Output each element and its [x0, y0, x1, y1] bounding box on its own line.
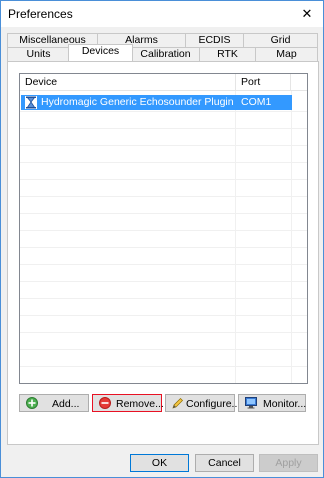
device-port-cell: COM1: [241, 96, 272, 108]
grid-line: [20, 111, 307, 112]
grid-line: [20, 298, 307, 299]
close-icon[interactable]: ✕: [295, 2, 319, 26]
grid-line: [20, 196, 307, 197]
monitor-button[interactable]: Monitor...: [238, 394, 306, 412]
tab-row-2: Units Devices Calibration RTK Map: [7, 44, 318, 61]
grid-line: [20, 162, 307, 163]
grid-line: [20, 349, 307, 350]
column-header-port[interactable]: Port: [236, 74, 291, 91]
remove-icon: [99, 397, 111, 409]
ok-button[interactable]: OK: [130, 454, 189, 472]
column-divider: [291, 91, 292, 383]
tab-row-1: Miscellaneous Alarms ECDIS Grid: [7, 33, 318, 47]
tab-units[interactable]: Units: [7, 47, 70, 61]
add-icon: [26, 397, 38, 409]
grid-line: [20, 213, 307, 214]
grid-line: [20, 230, 307, 231]
preferences-window: Preferences ✕ Miscellaneous Alarms ECDIS…: [0, 0, 324, 478]
tab-devices[interactable]: Devices: [68, 44, 133, 61]
cancel-button[interactable]: Cancel: [195, 454, 254, 472]
device-name-cell: Hydromagic Generic Echosounder Plugin: [41, 96, 234, 108]
tab-map[interactable]: Map: [255, 47, 318, 61]
grid-line: [20, 366, 307, 367]
column-header-device[interactable]: Device: [20, 74, 236, 91]
grid-line: [20, 332, 307, 333]
grid-line: [20, 315, 307, 316]
devices-tab-panel: Device Port Hydromagic Generic Echosound…: [7, 61, 319, 445]
tab-rtk[interactable]: RTK: [199, 47, 256, 61]
tab-calibration[interactable]: Calibration: [131, 47, 200, 61]
devices-list[interactable]: Device Port Hydromagic Generic Echosound…: [19, 73, 308, 384]
device-row[interactable]: Hydromagic Generic Echosounder Plugin CO…: [21, 95, 292, 110]
remove-button[interactable]: Remove...: [92, 394, 164, 412]
monitor-button-label: Monitor...: [263, 398, 307, 410]
column-header-filler: [291, 74, 307, 91]
tab-ecdis[interactable]: ECDIS: [185, 33, 244, 47]
column-divider: [235, 91, 236, 383]
monitor-icon: [245, 397, 257, 409]
grid-line: [20, 179, 307, 180]
tab-grid[interactable]: Grid: [243, 33, 318, 47]
echosounder-device-icon: [25, 96, 37, 109]
configure-button-label: Configure...: [186, 398, 241, 410]
add-button[interactable]: Add...: [19, 394, 89, 412]
configure-button[interactable]: Configure...: [165, 394, 240, 412]
grid-line: [20, 145, 307, 146]
grid-line: [20, 247, 307, 248]
grid-line: [20, 281, 307, 282]
window-title: Preferences: [8, 7, 73, 21]
apply-button[interactable]: Apply: [259, 454, 318, 472]
remove-button-label: Remove...: [116, 398, 164, 410]
grid-line: [20, 264, 307, 265]
grid-line: [20, 128, 307, 129]
title-bar: Preferences ✕: [1, 1, 323, 27]
add-button-label: Add...: [52, 398, 80, 410]
pencil-icon: [172, 397, 184, 409]
